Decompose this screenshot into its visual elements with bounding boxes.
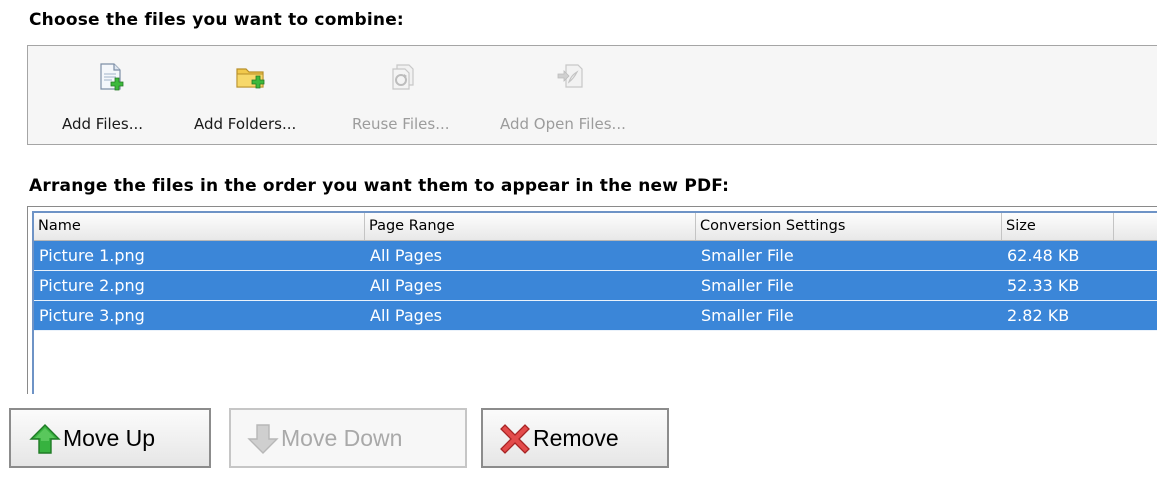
- conversion-settings-cell: Smaller File: [701, 246, 794, 265]
- remove-button[interactable]: Remove: [481, 408, 669, 468]
- table-row[interactable]: Picture 2.png All Pages Smaller File 52.…: [34, 271, 1157, 301]
- arrange-files-heading: Arrange the files in the order you want …: [29, 176, 730, 196]
- table-row[interactable]: Picture 3.png All Pages Smaller File 2.8…: [34, 301, 1157, 331]
- reuse-files-label: Reuse Files...: [352, 115, 450, 133]
- column-header-size[interactable]: Size: [1002, 213, 1114, 240]
- table-row[interactable]: Picture 1.png All Pages Smaller File 62.…: [34, 241, 1157, 271]
- remove-label: Remove: [533, 425, 619, 451]
- conversion-settings-cell: Smaller File: [701, 306, 794, 325]
- add-files-toolbar: Add Files... Add Folders... Reuse Files.…: [27, 45, 1157, 145]
- reuse-files-icon: [388, 62, 418, 92]
- column-header-conversion-settings[interactable]: Conversion Settings: [696, 213, 1002, 240]
- file-list[interactable]: Name Page Range Conversion Settings Size…: [27, 206, 1157, 394]
- add-folders-label: Add Folders...: [194, 115, 297, 133]
- size-cell: 52.33 KB: [1007, 276, 1080, 295]
- page-range-cell: All Pages: [370, 306, 442, 325]
- move-down-label: Move Down: [281, 425, 403, 451]
- reuse-files-button[interactable]: Reuse Files...: [338, 46, 458, 146]
- conversion-settings-cell: Smaller File: [701, 276, 794, 295]
- file-name-cell: Picture 2.png: [39, 276, 145, 295]
- arrow-up-icon: [29, 423, 61, 455]
- add-open-files-label: Add Open Files...: [500, 115, 626, 133]
- choose-files-heading: Choose the files you want to combine:: [29, 10, 404, 30]
- move-up-label: Move Up: [63, 425, 156, 451]
- add-folders-button[interactable]: Add Folders...: [180, 46, 304, 146]
- file-name-cell: Picture 1.png: [39, 246, 145, 265]
- add-files-button[interactable]: Add Files...: [48, 46, 148, 146]
- x-remove-icon: [499, 423, 531, 455]
- page-range-cell: All Pages: [370, 246, 442, 265]
- add-open-files-icon: [556, 62, 586, 92]
- add-folder-icon: [235, 62, 269, 92]
- move-down-button[interactable]: Move Down: [229, 408, 467, 468]
- file-table[interactable]: Name Page Range Conversion Settings Size…: [32, 211, 1157, 394]
- move-up-button[interactable]: Move Up: [9, 408, 211, 468]
- add-open-files-button[interactable]: Add Open Files...: [486, 46, 646, 146]
- page-range-cell: All Pages: [370, 276, 442, 295]
- arrow-down-icon: [247, 423, 279, 455]
- size-cell: 2.82 KB: [1007, 306, 1070, 325]
- add-file-icon: [97, 62, 127, 92]
- column-header-page-range[interactable]: Page Range: [365, 213, 696, 240]
- column-header-filler: [1114, 213, 1157, 240]
- file-name-cell: Picture 3.png: [39, 306, 145, 325]
- column-header-name[interactable]: Name: [34, 213, 365, 240]
- table-header: Name Page Range Conversion Settings Size: [34, 213, 1157, 241]
- add-files-label: Add Files...: [62, 115, 144, 133]
- size-cell: 62.48 KB: [1007, 246, 1080, 265]
